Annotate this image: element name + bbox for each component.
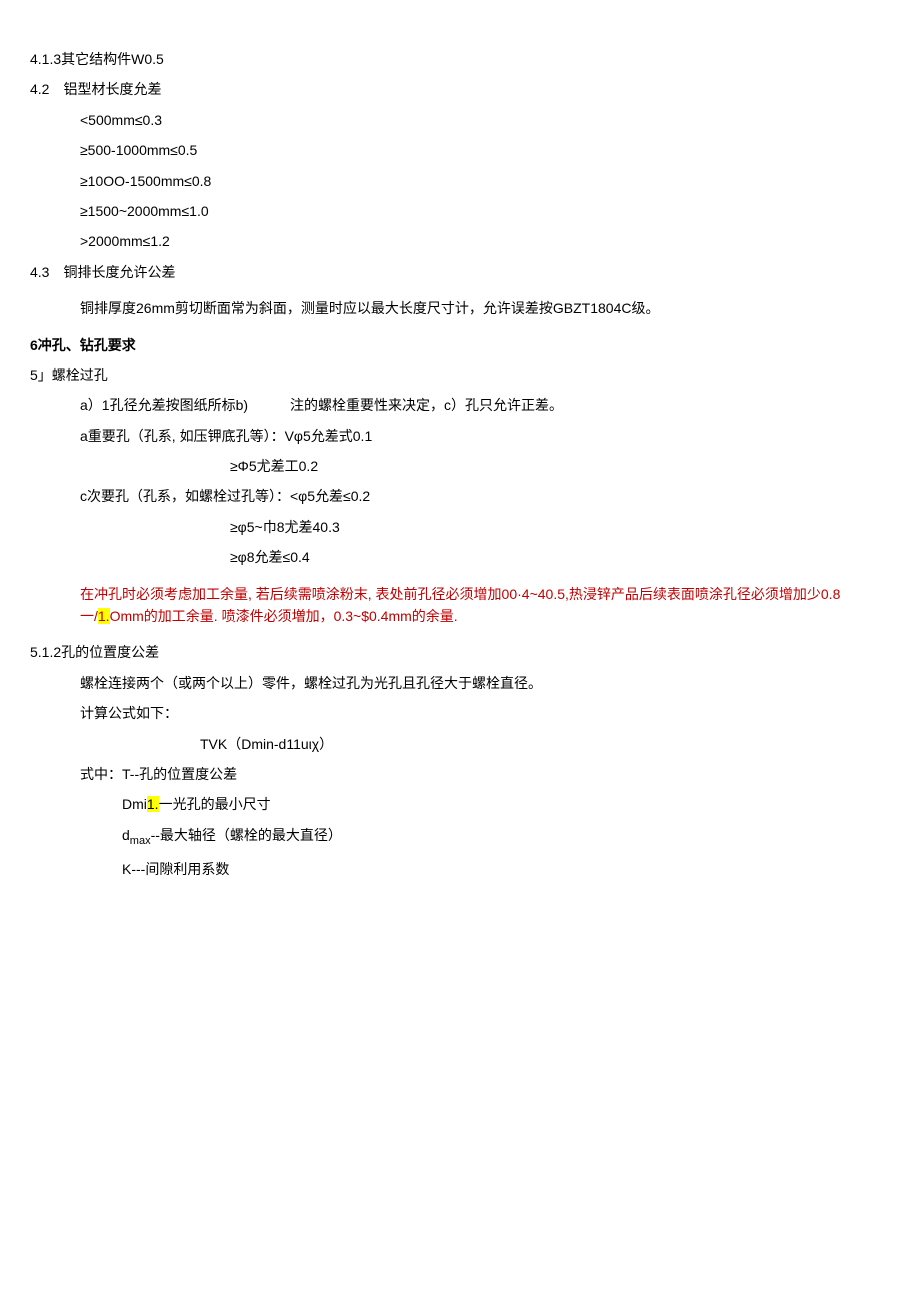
where-T: 式中：T--孔的位置度公差: [30, 763, 890, 785]
item-4-1-3: 4.1.3其它结构件W0.5: [30, 48, 890, 70]
tolerance-item: >2000mm≤1.2: [30, 230, 890, 252]
minor-hole-3: ≥φ8允差≤0.4: [30, 546, 890, 568]
tolerance-item: ≥10OO-1500mm≤0.8: [30, 170, 890, 192]
highlight-text: 1.: [147, 796, 159, 812]
highlight-text: 1.: [98, 608, 110, 624]
bolt-description: 螺栓连接两个（或两个以上）零件，螺栓过孔为光孔且孔径大于螺栓直径。: [30, 672, 890, 694]
dmi-pre: Dmi: [122, 796, 147, 812]
minor-hole: c次要孔（孔系，如螺栓过孔等）：<φ5允差≤0.2: [30, 485, 890, 507]
tolerance-item: <500mm≤0.3: [30, 109, 890, 131]
tolerance-item: ≥1500~2000mm≤1.0: [30, 200, 890, 222]
section-4-3-body: 铜排厚度26mm剪切断面常为斜面，测量时应以最大长度尺寸计，允许误差按GBZT1…: [30, 297, 890, 319]
formula-intro: 计算公式如下：: [30, 702, 890, 724]
tolerance-item: ≥500-1000mm≤0.5: [30, 139, 890, 161]
where-K: K---间隙利用系数: [30, 858, 890, 880]
clause-a: a）1孔径允差按图纸所标b) 注的螺栓重要性来决定，c）孔只允许正差。: [30, 394, 890, 416]
minor-hole-2: ≥φ5~巾8尤差40.3: [30, 516, 890, 538]
where-dmax: dmax--最大轴径（螺栓的最大直径）: [30, 824, 890, 850]
dmax-subscript: max: [130, 835, 151, 847]
section-4-2-header: 4.2 铝型材长度允差: [30, 78, 890, 100]
red-note-post: Omm的加工余量. 喷漆件必须増加，0.3~$0.4mm的余量.: [110, 608, 458, 624]
dmi-post: 一光孔的最小尺寸: [159, 796, 271, 812]
dmax-pre: d: [122, 827, 130, 843]
important-hole: a重要孔（孔系, 如压钾底孔等）：Vφ5允差式0.1: [30, 425, 890, 447]
section-6-header: 6冲孔、钻孔要求: [30, 334, 890, 356]
formula: TVK（Dmin-d11uιχ）: [30, 733, 890, 755]
red-note: 在冲孔时必须考虑加工余量, 若后续需喷涂粉末, 表处前孔径必须增加00·4~40…: [30, 583, 890, 628]
important-hole-2: ≥Φ5尤差工0.2: [30, 455, 890, 477]
dmax-post: --最大轴径（螺栓的最大直径）: [151, 827, 342, 843]
section-5-1-header: 5」螺栓过孔: [30, 364, 890, 386]
where-Dmin: Dmi1.一光孔的最小尺寸: [30, 793, 890, 815]
section-5-1-2-header: 5.1.2孔的位置度公差: [30, 641, 890, 663]
section-4-3-header: 4.3 铜排长度允许公差: [30, 261, 890, 283]
